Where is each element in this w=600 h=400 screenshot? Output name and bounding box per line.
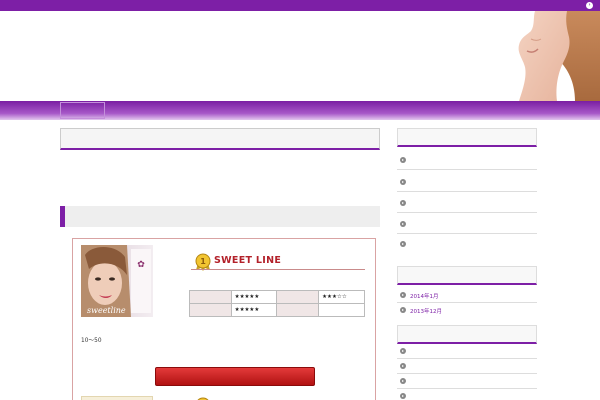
divider	[397, 212, 537, 213]
chevron-right-icon	[400, 348, 406, 354]
header-note	[347, 37, 467, 43]
chevron-right-icon	[400, 393, 406, 399]
site-description	[64, 78, 214, 85]
top-bar: ›	[0, 0, 600, 11]
details-button[interactable]	[155, 367, 315, 386]
sidebar-link-label	[410, 363, 470, 370]
sidebar-link[interactable]	[400, 219, 450, 229]
divider	[397, 373, 537, 374]
sidebar-link[interactable]	[400, 239, 460, 249]
ranking-heading	[60, 206, 380, 227]
divider	[397, 191, 537, 192]
svg-text:✿: ✿	[137, 260, 145, 270]
sidebar-link[interactable]	[400, 346, 470, 356]
sidebar-link[interactable]	[400, 177, 482, 187]
sidebar-link-label	[410, 378, 470, 385]
sidebar-link-label	[410, 221, 450, 228]
product-description-end	[81, 345, 91, 353]
chevron-right-icon	[400, 307, 406, 313]
divider	[397, 388, 537, 389]
sidebar-link[interactable]	[400, 155, 462, 165]
chevron-right-icon	[400, 363, 406, 369]
sidebar-link-label	[410, 157, 462, 164]
rating-label	[276, 303, 320, 317]
rating-table: ★★★★★ ★★★☆☆ ★★★★★	[189, 290, 365, 317]
sidebar-link[interactable]	[400, 376, 470, 386]
chevron-right-icon	[400, 378, 406, 384]
svg-text:1: 1	[200, 257, 206, 266]
nav-item-home-label	[68, 108, 98, 113]
widget-title	[397, 266, 537, 285]
header-model-photo	[505, 11, 600, 101]
sidebar-link-label	[410, 200, 478, 207]
rating-label	[276, 290, 320, 304]
chevron-right-icon	[400, 200, 406, 206]
widget-title-text	[402, 273, 432, 279]
sidebar-link-label	[410, 179, 482, 186]
divider	[397, 302, 537, 303]
widget-title	[397, 325, 537, 344]
ranking-box: ✿ sweetline 1 SWEET LINE ★★★★★ ★★★☆☆ ★★★…	[72, 238, 376, 400]
rating-label	[189, 303, 232, 317]
site-title-line-2	[62, 57, 242, 76]
ranking-heading-text	[73, 212, 213, 221]
ranking-card: ✿ sweetline 1 SWEET LINE ★★★★★ ★★★☆☆ ★★★…	[81, 245, 371, 387]
chevron-right-icon	[400, 292, 406, 298]
product-image[interactable]: ✿ sweetline	[81, 245, 153, 317]
intro-paragraph-line	[66, 175, 374, 183]
divider	[397, 233, 537, 234]
divider	[397, 358, 537, 359]
product-image-2[interactable]	[81, 396, 153, 400]
sidebar-link[interactable]	[400, 391, 470, 400]
page-heading-text	[71, 135, 231, 145]
chevron-right-icon	[400, 157, 406, 163]
rating-label	[189, 290, 232, 304]
chevron-right-icon	[400, 241, 406, 247]
sidebar-link[interactable]	[400, 198, 478, 208]
sidebar-link-label	[410, 393, 470, 400]
product-name[interactable]: SWEET LINE	[214, 255, 281, 266]
chevron-right-icon	[400, 179, 406, 185]
site-title[interactable]	[62, 38, 242, 76]
product-description: 10〜50	[81, 338, 102, 343]
chevron-right-icon: ›	[586, 2, 593, 9]
sidebar-link[interactable]	[400, 361, 470, 371]
sidebar-link-label	[410, 241, 460, 248]
widget-title-text	[402, 135, 432, 141]
main-nav	[0, 101, 600, 120]
widget-title	[397, 128, 537, 147]
site-title-line-1	[62, 38, 242, 57]
site-header	[0, 11, 600, 101]
product-name-divider	[191, 269, 365, 270]
page-heading	[60, 128, 380, 150]
rating-value: ★★★★★	[230, 290, 278, 304]
widget-title-text	[402, 332, 432, 338]
divider	[397, 169, 537, 170]
archive-link-label: 2013年12月	[410, 308, 442, 315]
archive-link-label: 2014年1月	[410, 293, 439, 300]
product-tagline	[191, 276, 291, 285]
rating-value	[318, 303, 365, 317]
sidebar-link-label	[410, 348, 470, 355]
product-image-badge: sweetline	[87, 306, 126, 315]
archive-link[interactable]: 2014年1月	[400, 290, 439, 300]
rating-value: ★★★★★	[230, 303, 278, 317]
archive-link[interactable]: 2013年12月	[400, 305, 442, 315]
nav-item-home[interactable]	[60, 102, 105, 119]
intro-paragraph-line	[66, 164, 372, 172]
top-bar-link[interactable]: ›	[586, 1, 596, 10]
rating-value: ★★★☆☆	[318, 290, 365, 304]
intro-paragraph-line	[66, 186, 256, 194]
chevron-right-icon	[400, 221, 406, 227]
